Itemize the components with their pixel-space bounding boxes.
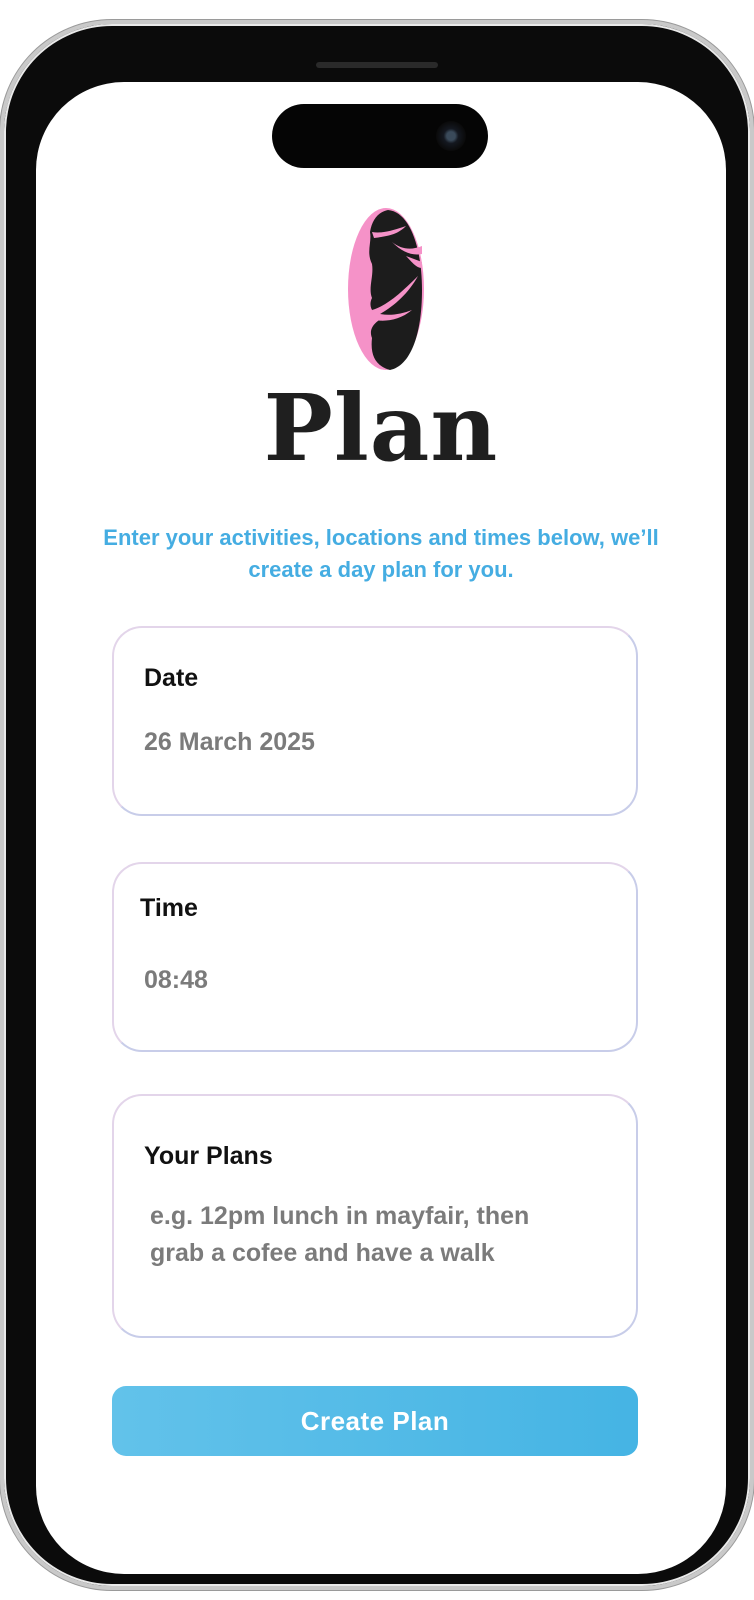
time-label: Time bbox=[140, 894, 198, 922]
time-field[interactable]: Time 08:48 bbox=[112, 862, 638, 1052]
date-field[interactable]: Date 26 March 2025 bbox=[112, 626, 638, 816]
app-title: Plan bbox=[263, 374, 499, 482]
date-label: Date bbox=[144, 664, 199, 692]
time-value[interactable]: 08:48 bbox=[144, 962, 208, 999]
create-plan-button[interactable]: Create Plan bbox=[112, 1386, 638, 1456]
app-subtitle: Enter your activities, locations and tim… bbox=[103, 525, 659, 582]
plans-input[interactable]: e.g. 12pm lunch in mayfair, then grab a … bbox=[150, 1198, 590, 1272]
date-value[interactable]: 26 March 2025 bbox=[144, 724, 315, 761]
speaker-slit bbox=[316, 62, 438, 68]
app-screen: Plan Enter your activities, locations an… bbox=[36, 82, 726, 1574]
phone-frame: Plan Enter your activities, locations an… bbox=[0, 20, 754, 1590]
plans-label: Your Plans bbox=[144, 1142, 273, 1170]
plans-field[interactable]: Your Plans e.g. 12pm lunch in mayfair, t… bbox=[112, 1094, 638, 1338]
camera-icon bbox=[436, 121, 466, 151]
app-logo-icon bbox=[348, 208, 424, 370]
dynamic-island bbox=[272, 104, 488, 168]
